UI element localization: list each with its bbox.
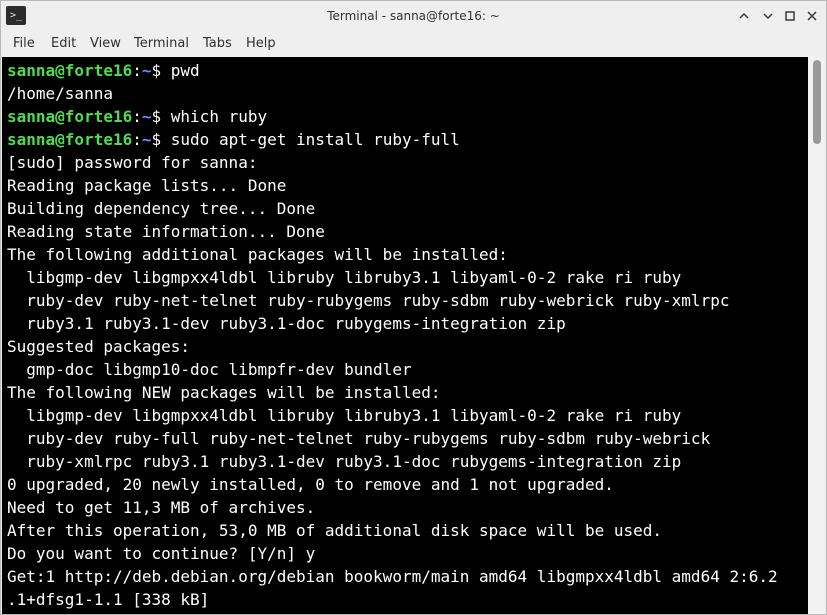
menu-edit[interactable]: Edit xyxy=(51,31,76,57)
prompt-separator: : xyxy=(132,130,142,149)
prompt-path: ~ xyxy=(141,130,152,149)
output-line: The following NEW packages will be insta… xyxy=(7,383,441,402)
command-text: pwd xyxy=(170,61,200,80)
output-line: Need to get 11,3 MB of archives. xyxy=(7,498,316,517)
close-icon[interactable] xyxy=(804,8,820,24)
output-line: gmp-doc libgmp10-doc libmpfr-dev bundler xyxy=(7,360,412,379)
command-text: which ruby xyxy=(170,107,268,126)
prompt-separator: : xyxy=(132,61,142,80)
menu-tabs[interactable]: Tabs xyxy=(203,31,232,57)
terminal-window: >_ Terminal - sanna@forte16: ~ File Edit… xyxy=(0,0,827,615)
command-text: sudo apt-get install ruby-full xyxy=(170,130,460,149)
menu-bar: File Edit View Terminal Tabs Help xyxy=(1,31,826,57)
prompt-user-host: sanna@forte16 xyxy=(7,130,133,149)
terminal-output[interactable]: sanna@forte16:~$ pwd/home/sanna sanna@for… xyxy=(2,57,808,614)
output-line: .1+dfsg1-1.1 [338 kB] xyxy=(7,590,210,609)
output-line: Get:1 http://deb.debian.org/debian bookw… xyxy=(7,567,778,586)
output-line: ruby3.1 ruby3.1-dev ruby3.1-doc rubygems… xyxy=(7,314,566,333)
title-bar[interactable]: >_ Terminal - sanna@forte16: ~ xyxy=(1,1,826,31)
output-line: 0 upgraded, 20 newly installed, 0 to rem… xyxy=(7,475,614,494)
prompt-symbol: $ xyxy=(151,107,171,126)
menu-terminal[interactable]: Terminal xyxy=(134,31,189,57)
output-line: /home/sanna xyxy=(7,84,113,103)
output-line: libgmp-dev libgmpxx4ldbl libruby libruby… xyxy=(7,268,682,287)
prompt-symbol: $ xyxy=(151,130,171,149)
output-line: ruby-dev ruby-net-telnet ruby-rubygems r… xyxy=(7,291,730,310)
prompt-line: sanna@forte16:~$ which ruby xyxy=(7,105,267,128)
prompt-separator: : xyxy=(132,107,142,126)
output-line: libgmp-dev libgmpxx4ldbl libruby libruby… xyxy=(7,406,682,425)
minimize-icon[interactable] xyxy=(760,8,776,24)
output-line: Building dependency tree... Done xyxy=(7,199,316,218)
output-line: ruby-xmlrpc ruby3.1 ruby3.1-dev ruby3.1-… xyxy=(7,452,682,471)
output-line: Reading package lists... Done xyxy=(7,176,287,195)
menu-file[interactable]: File xyxy=(13,31,35,57)
vertical-scrollbar[interactable] xyxy=(808,57,826,614)
scrollbar-thumb[interactable] xyxy=(813,60,821,144)
output-line: Do you want to continue? [Y/n] y xyxy=(7,544,316,563)
output-line: Reading state information... Done xyxy=(7,222,325,241)
prompt-symbol: $ xyxy=(151,61,171,80)
prompt-user-host: sanna@forte16 xyxy=(7,107,133,126)
output-line: ruby-dev ruby-full ruby-net-telnet ruby-… xyxy=(7,429,711,448)
menu-help[interactable]: Help xyxy=(246,31,276,57)
prompt-line: sanna@forte16:~$ sudo apt-get install ru… xyxy=(7,128,460,151)
chevron-up-icon[interactable] xyxy=(736,8,752,24)
menu-view[interactable]: View xyxy=(90,31,121,57)
output-line: [sudo] password for sanna: xyxy=(7,153,258,172)
prompt-user-host: sanna@forte16 xyxy=(7,61,133,80)
window-title: Terminal - sanna@forte16: ~ xyxy=(327,9,500,23)
maximize-icon[interactable] xyxy=(782,8,798,24)
output-line: The following additional packages will b… xyxy=(7,245,508,264)
prompt-path: ~ xyxy=(141,107,152,126)
output-line: Suggested packages: xyxy=(7,337,191,356)
prompt-path: ~ xyxy=(141,61,152,80)
prompt-line: sanna@forte16:~$ pwd xyxy=(7,59,200,82)
output-line: After this operation, 53,0 MB of additio… xyxy=(7,521,663,540)
